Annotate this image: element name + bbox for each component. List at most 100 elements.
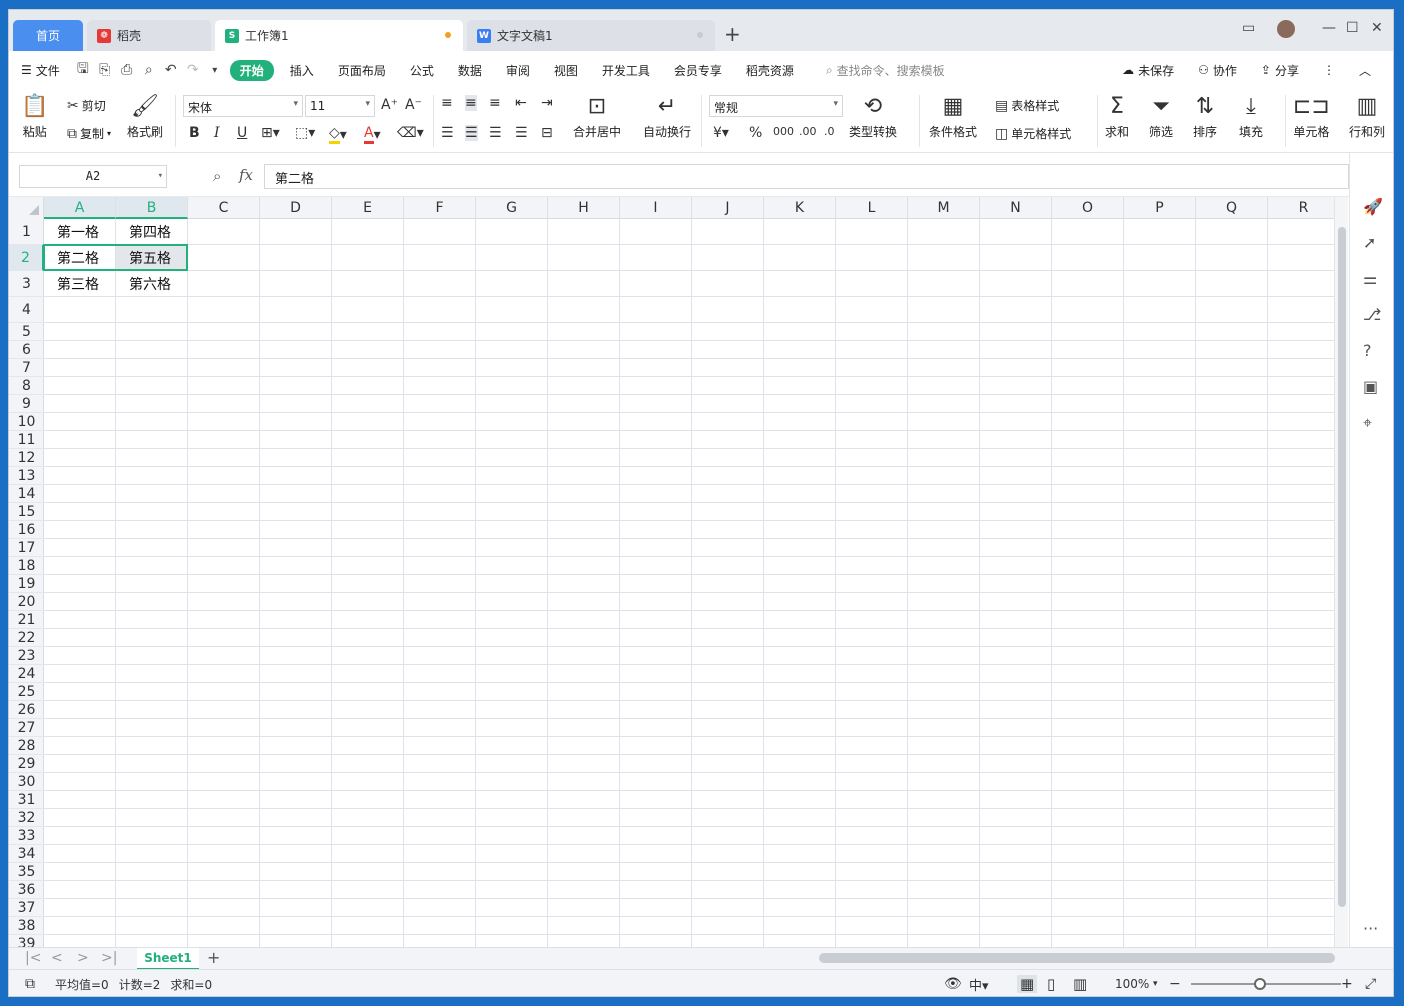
command-search[interactable]: ⌕ 查找命令、搜索模板 — [814, 62, 957, 79]
row-header-7[interactable]: 7 — [9, 359, 44, 377]
row-header-22[interactable]: 22 — [9, 629, 44, 647]
row-header-12[interactable]: 12 — [9, 449, 44, 467]
column-header-i[interactable]: I — [620, 197, 692, 219]
border-icon[interactable]: ⊞▾ — [261, 125, 280, 141]
cell-b2[interactable]: 第五格 — [116, 245, 188, 271]
align-left-icon[interactable]: ☰ — [441, 125, 454, 141]
cell-area[interactable]: 第一格 第四格 第二格 第五格 第三格 第六格 — [43, 219, 1334, 947]
column-header-r[interactable]: R — [1268, 197, 1334, 219]
vertical-scroll-thumb[interactable] — [1338, 227, 1346, 907]
close-icon[interactable]: ✕ — [1371, 20, 1383, 36]
rocket-icon[interactable]: 🚀 — [1363, 197, 1383, 216]
row-header-38[interactable]: 38 — [9, 917, 44, 935]
collab-button[interactable]: ⚇ 协作 — [1186, 62, 1249, 79]
next-sheet-icon[interactable]: > — [77, 950, 89, 966]
zoom-slider[interactable] — [1191, 983, 1341, 985]
row-header-16[interactable]: 16 — [9, 521, 44, 539]
align-right-icon[interactable]: ☰ — [489, 125, 502, 141]
cell-button[interactable]: ⊏⊐ 单元格 — [1293, 95, 1330, 140]
fullscreen-icon[interactable]: ⤢ — [1365, 976, 1376, 992]
cell-b3[interactable]: 第六格 — [116, 271, 188, 297]
table-style-button[interactable]: ▤ 表格样式 — [995, 97, 1059, 114]
row-header-24[interactable]: 24 — [9, 665, 44, 683]
column-header-j[interactable]: J — [692, 197, 764, 219]
input-method-icon[interactable]: 中▾ — [969, 975, 989, 994]
conditional-format-button[interactable]: ▦ 条件格式 — [929, 95, 977, 140]
wrap-text-button[interactable]: ↵ 自动换行 — [643, 95, 691, 140]
normal-view-icon[interactable]: ▦ — [1017, 975, 1038, 993]
cell-b1[interactable]: 第四格 — [116, 219, 188, 245]
tab-start[interactable]: 开始 — [229, 59, 274, 81]
customize-icon[interactable]: ▾ — [204, 59, 226, 81]
layout-icon[interactable]: ▭ — [1242, 20, 1255, 36]
align-middle-icon[interactable]: ≡ — [465, 95, 477, 111]
row-header-37[interactable]: 37 — [9, 899, 44, 917]
column-header-d[interactable]: D — [260, 197, 332, 219]
page-break-view-icon[interactable]: ▥ — [1073, 975, 1087, 993]
column-header-o[interactable]: O — [1052, 197, 1124, 219]
sort-button[interactable]: ⇅ 排序 — [1193, 95, 1217, 140]
unsaved-button[interactable]: ☁ 未保存 — [1110, 62, 1186, 79]
name-box[interactable]: A2 — [19, 165, 167, 188]
row-header-17[interactable]: 17 — [9, 539, 44, 557]
align-top-icon[interactable]: ≡ — [441, 95, 453, 111]
location-icon[interactable]: ⌖ — [1363, 413, 1372, 433]
cut-button[interactable]: ✂ 剪切 — [67, 97, 106, 114]
clear-icon[interactable]: ⌫▾ — [397, 125, 424, 141]
more-horizontal-icon[interactable]: ··· — [1363, 919, 1378, 938]
row-header-39[interactable]: 39 — [9, 935, 44, 948]
decrease-font-icon[interactable]: A⁻ — [405, 97, 422, 113]
row-header-14[interactable]: 14 — [9, 485, 44, 503]
tab-review[interactable]: 审阅 — [494, 62, 542, 79]
horizontal-scrollbar[interactable] — [819, 953, 1335, 963]
row-header-29[interactable]: 29 — [9, 755, 44, 773]
fx-icon[interactable]: fx — [239, 166, 253, 184]
branch-icon[interactable]: ⎇ — [1363, 305, 1381, 324]
row-header-8[interactable]: 8 — [9, 377, 44, 395]
tab-insert[interactable]: 插入 — [278, 62, 326, 79]
format-painter-button[interactable]: 🖌 格式刷 — [127, 95, 163, 140]
preview-icon[interactable]: ⌕ — [138, 59, 160, 81]
row-header-21[interactable]: 21 — [9, 611, 44, 629]
select-all-corner[interactable] — [9, 197, 44, 219]
justify-icon[interactable]: ☰ — [515, 125, 528, 141]
filter-button[interactable]: ⏷ 筛选 — [1149, 95, 1173, 140]
formula-input[interactable]: 第二格 — [264, 164, 1349, 189]
avatar[interactable] — [1277, 20, 1295, 38]
undo-icon[interactable]: ↶ — [160, 59, 182, 81]
collapse-ribbon-icon[interactable]: ︿ — [1347, 62, 1383, 79]
column-header-k[interactable]: K — [764, 197, 836, 219]
maximize-icon[interactable]: ☐ — [1346, 20, 1359, 36]
row-header-19[interactable]: 19 — [9, 575, 44, 593]
fill-pattern-icon[interactable]: ⬚▾ — [295, 125, 315, 141]
macro-icon[interactable]: ⧉ — [25, 976, 35, 992]
cell-a2[interactable]: 第二格 — [44, 245, 116, 271]
row-header-10[interactable]: 10 — [9, 413, 44, 431]
help-icon[interactable]: ? — [1363, 341, 1372, 360]
column-header-p[interactable]: P — [1124, 197, 1196, 219]
row-header-9[interactable]: 9 — [9, 395, 44, 413]
row-header-1[interactable]: 1 — [9, 219, 44, 245]
column-header-f[interactable]: F — [404, 197, 476, 219]
number-format-select[interactable]: 常规 — [709, 95, 843, 117]
column-header-e[interactable]: E — [332, 197, 404, 219]
cell-a3[interactable]: 第三格 — [44, 271, 116, 297]
font-color-icon[interactable]: A ▾ — [364, 125, 381, 144]
sum-button[interactable]: Σ 求和 — [1105, 95, 1129, 140]
tab-member[interactable]: 会员专享 — [662, 62, 734, 79]
redo-icon[interactable]: ↷ — [182, 59, 204, 81]
tab-data[interactable]: 数据 — [446, 62, 494, 79]
column-header-q[interactable]: Q — [1196, 197, 1268, 219]
tab-formula[interactable]: 公式 — [398, 62, 446, 79]
last-sheet-icon[interactable]: >| — [101, 950, 117, 966]
vertical-scrollbar[interactable] — [1334, 197, 1348, 947]
row-header-28[interactable]: 28 — [9, 737, 44, 755]
increase-font-icon[interactable]: A⁺ — [381, 97, 398, 113]
increase-decimal-icon[interactable]: .00 — [799, 125, 817, 138]
indent-decrease-icon[interactable]: ⇤ — [515, 95, 527, 111]
column-header-c[interactable]: C — [188, 197, 260, 219]
column-header-m[interactable]: M — [908, 197, 980, 219]
row-header-20[interactable]: 20 — [9, 593, 44, 611]
row-header-34[interactable]: 34 — [9, 845, 44, 863]
row-header-15[interactable]: 15 — [9, 503, 44, 521]
